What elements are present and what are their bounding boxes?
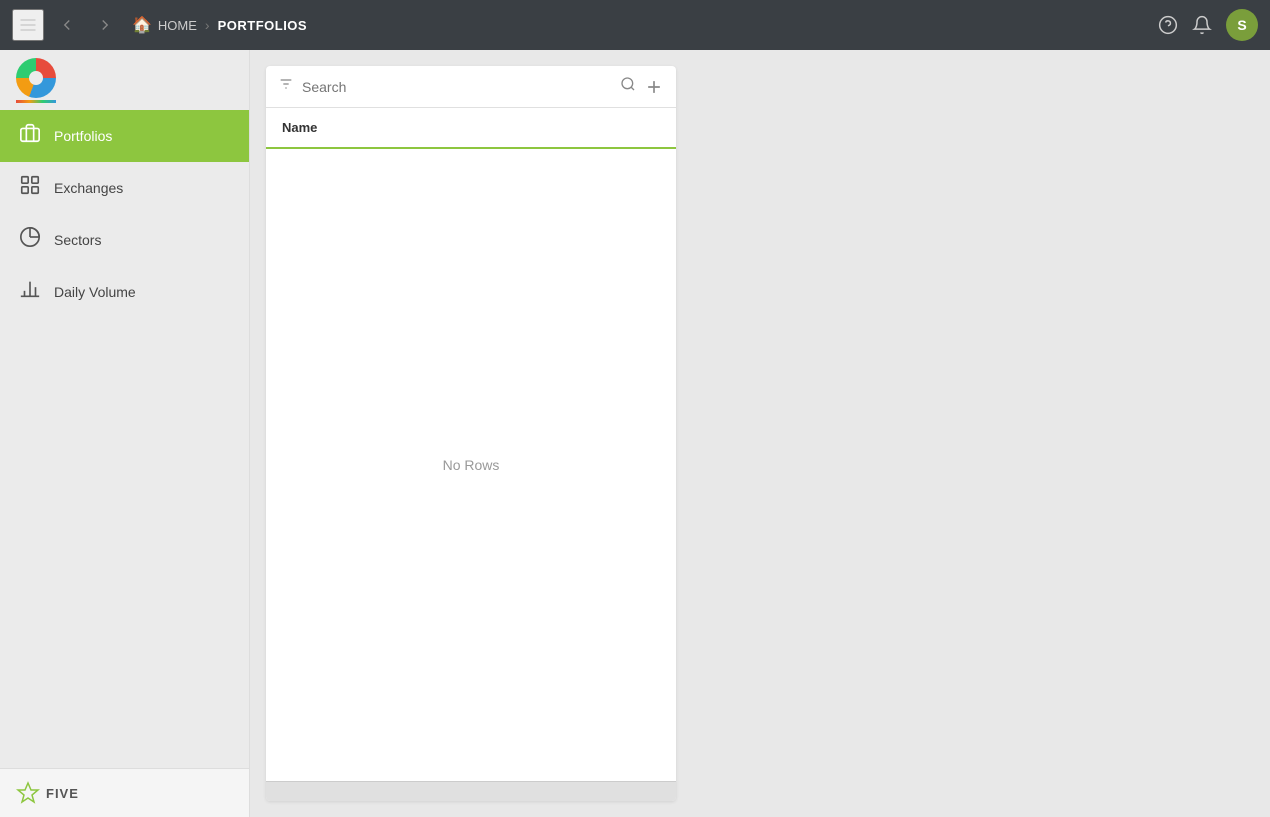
add-button[interactable] [644, 77, 664, 97]
sidebar-item-daily-volume-label: Daily Volume [54, 284, 136, 300]
home-icon: 🏠 [132, 15, 152, 35]
sidebar: Portfolios Exchanges [0, 50, 250, 817]
panel-scrollbar[interactable] [266, 781, 676, 801]
notifications-button[interactable] [1192, 15, 1212, 35]
table-body: No Rows [266, 149, 676, 781]
sidebar-item-sectors[interactable]: Sectors [0, 214, 249, 266]
topbar: 🏠 HOME › PORTFOLIOS S [0, 0, 1270, 50]
search-input[interactable] [302, 79, 612, 95]
forward-button[interactable] [90, 12, 120, 38]
home-label: HOME [158, 18, 197, 33]
main-layout: Portfolios Exchanges [0, 50, 1270, 817]
menu-button[interactable] [12, 9, 44, 41]
logo-icon [16, 58, 56, 98]
search-bar [266, 66, 676, 108]
five-logo: FIVE [16, 781, 79, 805]
breadcrumb-chevron: › [205, 17, 210, 33]
filter-icon[interactable] [278, 76, 294, 97]
topbar-actions: S [1158, 9, 1258, 41]
sidebar-footer: FIVE [0, 768, 249, 817]
home-link[interactable]: 🏠 HOME [132, 15, 197, 35]
sidebar-logo [0, 50, 249, 110]
logo-underline [16, 100, 56, 103]
sidebar-item-portfolios-label: Portfolios [54, 128, 112, 144]
five-logo-text: FIVE [46, 786, 79, 801]
sectors-icon [18, 226, 42, 254]
help-button[interactable] [1158, 15, 1178, 35]
page-title: PORTFOLIOS [218, 18, 308, 33]
search-icon[interactable] [620, 76, 636, 97]
content-area: Name No Rows [250, 50, 1270, 817]
empty-message: No Rows [443, 457, 500, 473]
exchanges-icon [18, 174, 42, 202]
sidebar-item-daily-volume[interactable]: Daily Volume [0, 266, 249, 318]
portfolios-icon [18, 122, 42, 150]
table-header: Name [266, 108, 676, 149]
five-logo-icon [16, 781, 40, 805]
sidebar-item-exchanges-label: Exchanges [54, 180, 123, 196]
back-button[interactable] [52, 12, 82, 38]
sidebar-item-exchanges[interactable]: Exchanges [0, 162, 249, 214]
sidebar-item-sectors-label: Sectors [54, 232, 101, 248]
sidebar-nav: Portfolios Exchanges [0, 110, 249, 768]
sidebar-item-portfolios[interactable]: Portfolios [0, 110, 249, 162]
daily-volume-icon [18, 278, 42, 306]
column-header-name: Name [266, 108, 676, 147]
avatar[interactable]: S [1226, 9, 1258, 41]
portfolios-panel: Name No Rows [266, 66, 676, 801]
